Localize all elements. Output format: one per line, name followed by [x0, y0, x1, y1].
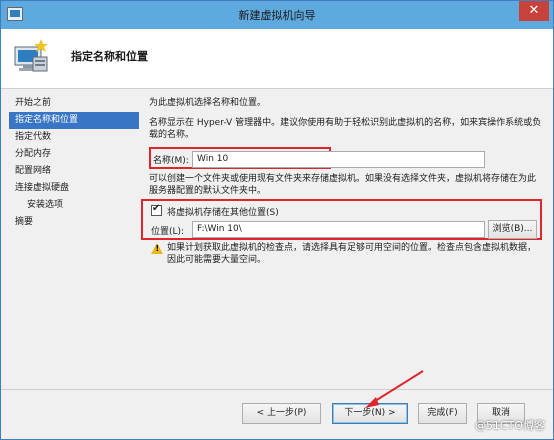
- wizard-window: 新建虚拟机向导 ✕ 指定名称和位置 开始之前 指定名称和位置 指定代数 分配内存…: [0, 0, 554, 440]
- annotation-arrow: [365, 370, 424, 408]
- annotation-arrow-head: [365, 397, 379, 408]
- watermark-text: @51CTO博客: [474, 419, 545, 432]
- annotation-arrow-line: [371, 370, 424, 404]
